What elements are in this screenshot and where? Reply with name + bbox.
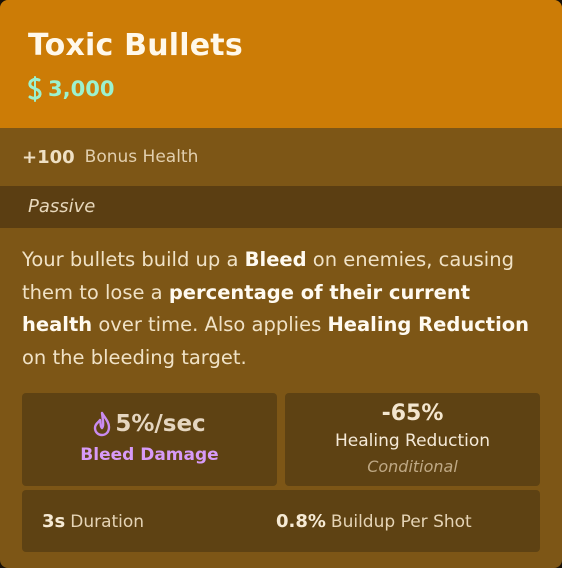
bleed-damage-label: Bleed Damage	[80, 445, 219, 465]
passive-label: Passive	[28, 196, 96, 217]
souls-currency-icon	[28, 76, 42, 102]
passive-header: Passive	[0, 186, 562, 228]
bonus-health-label: Bonus Health	[84, 147, 199, 167]
healing-reduction-value: -65%	[381, 401, 444, 426]
bonus-stat-row: +100 Bonus Health	[0, 128, 562, 186]
item-header: Toxic Bullets 3,000	[0, 0, 562, 128]
desc-text-4: on the bleeding target.	[22, 345, 247, 369]
buildup-stat: 0.8% Buildup Per Shot	[276, 511, 472, 532]
buildup-label: Buildup Per Shot	[330, 512, 472, 532]
healing-reduction-stat: -65% Healing Reduction Conditional	[285, 393, 540, 486]
desc-text-3: over time. Also applies	[92, 313, 328, 336]
buildup-value: 0.8%	[276, 511, 326, 532]
conditional-tag: Conditional	[367, 457, 458, 476]
price-row: 3,000	[26, 76, 114, 102]
bonus-health-value: +100	[22, 146, 75, 168]
item-price: 3,000	[48, 77, 115, 101]
duration-label: Duration	[70, 512, 145, 532]
desc-keyword-bleed: Bleed	[244, 248, 307, 271]
duration-value: 3s	[42, 511, 66, 532]
item-title: Toxic Bullets	[28, 28, 243, 63]
duration-stat: 3s Duration	[42, 511, 144, 532]
bleed-drop-icon	[94, 411, 111, 437]
secondary-stats-row: 3s Duration 0.8% Buildup Per Shot	[22, 490, 540, 552]
item-tooltip-card: Toxic Bullets 3,000 +100 Bonus Health Pa…	[0, 0, 562, 568]
desc-keyword-healing-reduction: Healing Reduction	[327, 313, 530, 336]
passive-description: Your bullets build up a Bleed on enemies…	[22, 244, 542, 374]
bleed-damage-stat: 5%/sec Bleed Damage	[22, 393, 277, 486]
healing-reduction-label: Healing Reduction	[334, 431, 491, 451]
desc-text-1: Your bullets build up a	[22, 248, 245, 271]
bleed-damage-value: 5%/sec	[115, 411, 206, 437]
bleed-value-row: 5%/sec	[22, 411, 277, 437]
